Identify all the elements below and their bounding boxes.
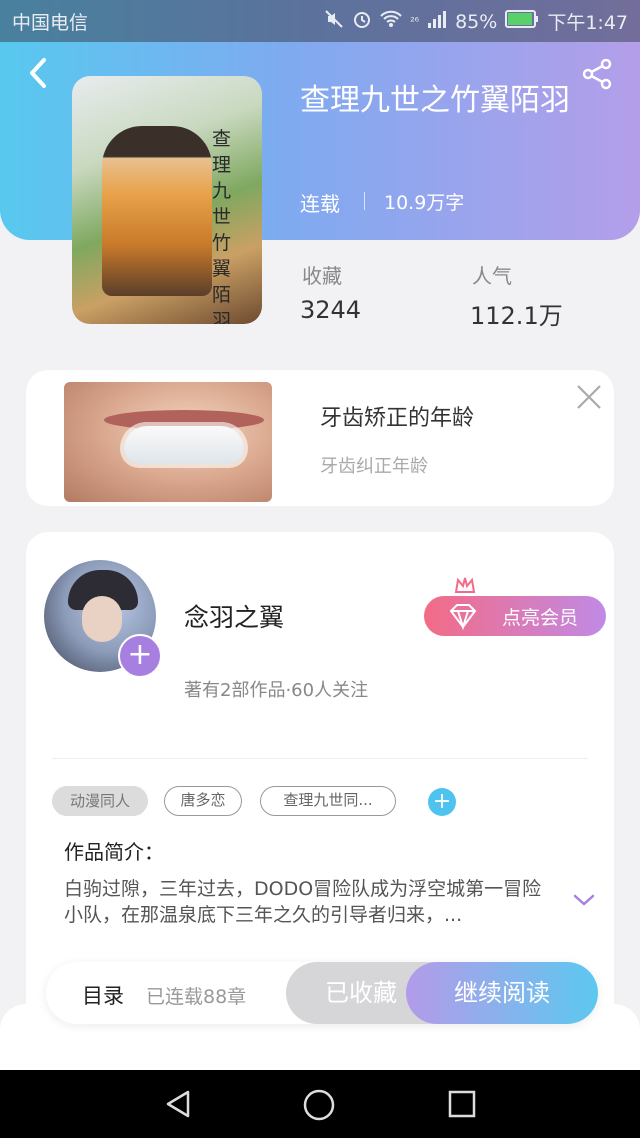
popularity-value: 112.1万 [470, 302, 563, 330]
nav-recents-icon[interactable] [446, 1088, 478, 1120]
ad-image-teeth [124, 426, 244, 464]
intro-text: 白驹过隙，三年过去，DODO冒险队成为浮空城第一冒险小队，在那温泉底下三年之久的… [64, 878, 542, 926]
popularity-label: 人气 [472, 264, 512, 288]
word-count: 10.9万字 [384, 192, 465, 214]
add-tag-button[interactable]: + [428, 788, 456, 816]
ad-close-button[interactable] [576, 384, 602, 410]
cover-title-text: 查理九世竹翼陌羽 [212, 128, 232, 324]
author-name[interactable]: 念羽之翼 [184, 598, 284, 634]
system-nav-bar [0, 1070, 640, 1138]
follow-author-button[interactable]: + [118, 634, 162, 678]
carrier-label: 中国电信 [12, 12, 89, 34]
book-title: 查理九世之竹翼陌羽 [300, 83, 570, 118]
battery-percent: 85% [455, 10, 498, 33]
toc-button[interactable]: 目录 [82, 980, 124, 1010]
plus-icon: + [127, 637, 153, 672]
continue-reading-button[interactable]: 继续阅读 [406, 962, 598, 1024]
section-divider [52, 758, 588, 759]
favorites-value: 3244 [300, 296, 362, 324]
status-divider [364, 192, 365, 210]
clock: 下午1:47 [547, 12, 628, 34]
intro-label: 作品简介： [64, 840, 164, 864]
tag-tangduolian[interactable]: 唐多恋 [164, 786, 242, 816]
vip-button-label: 点亮会员 [501, 606, 578, 629]
tag-charlie-ix[interactable]: 查理九世同... [260, 786, 396, 816]
close-icon [577, 385, 601, 409]
back-button[interactable] [24, 56, 54, 90]
avatar-face [82, 596, 122, 642]
favorites-label: 收藏 [302, 264, 342, 288]
expand-intro-button[interactable] [572, 892, 596, 908]
status-bar: 中国电信 ²⁶ 85% 下午1:47 [0, 0, 640, 42]
book-cover[interactable]: 查理九世竹翼陌羽 [72, 76, 262, 324]
diamond-icon [448, 602, 478, 631]
nav-home-icon[interactable] [302, 1088, 336, 1122]
mute-icon [324, 9, 344, 34]
chapter-count[interactable]: 已连载88章 [146, 982, 246, 1009]
ad-title: 牙齿矫正的年龄 [320, 406, 475, 431]
ad-image [64, 382, 272, 502]
author-info: 著有2部作品·60人关注 [184, 680, 369, 701]
cover-illustration [102, 126, 212, 296]
status-icons: ²⁶ 85% 下午1:47 [324, 8, 628, 35]
chevron-down-icon [573, 894, 595, 906]
nav-back-icon[interactable] [162, 1088, 194, 1120]
battery-icon [505, 10, 539, 33]
plus-icon: + [432, 789, 452, 814]
chevron-left-icon [30, 58, 46, 88]
wifi-icon [380, 9, 402, 34]
signal-icon: ²⁶ [410, 15, 420, 28]
crown-icon [454, 576, 476, 594]
alarm-icon [352, 9, 372, 34]
ad-subtitle: 牙齿纠正年龄 [320, 456, 428, 477]
signal-bars-icon [427, 9, 447, 34]
tag-anime-fanfic[interactable]: 动漫同人 [52, 786, 148, 816]
book-status: 连载 [300, 192, 340, 216]
